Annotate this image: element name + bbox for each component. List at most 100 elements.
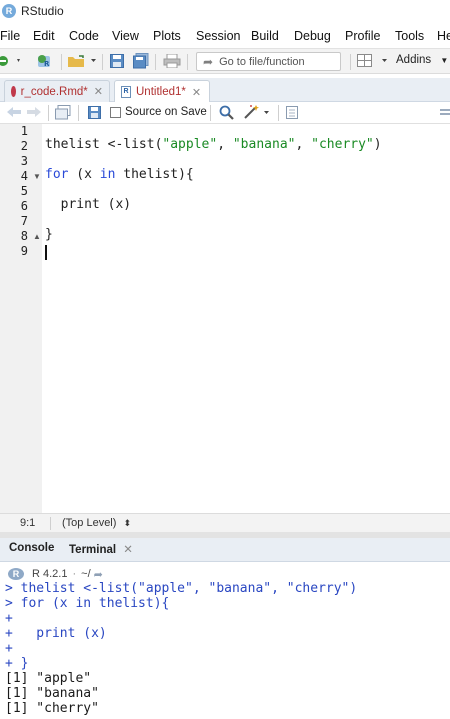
r-script-file-icon: R — [121, 86, 131, 98]
line-number: 1 — [20, 124, 28, 138]
print-icon — [163, 54, 181, 68]
find-replace-button[interactable] — [219, 105, 234, 120]
close-tab-icon[interactable]: ✕ — [123, 544, 133, 556]
code-token: ) — [373, 137, 382, 152]
back-arrow-icon — [7, 107, 21, 117]
show-in-new-window-button[interactable] — [55, 105, 71, 120]
keyword-token: for — [45, 167, 69, 182]
menu-code[interactable]: Code — [69, 29, 99, 43]
keyword-token: in — [99, 167, 116, 182]
menu-bar: File Edit Code View Plots Session Build … — [0, 26, 450, 48]
console-line: + print (x) — [5, 626, 107, 641]
rstudio-logo-icon: R — [2, 4, 16, 18]
menu-session[interactable]: Session — [196, 29, 240, 43]
source-on-save-checkbox[interactable] — [110, 106, 121, 118]
save-button[interactable] — [110, 54, 124, 68]
code-token: (x — [68, 167, 100, 182]
addins-label: Addins — [396, 54, 432, 66]
line-number: 9 — [20, 244, 28, 258]
line-number: 7 — [20, 214, 28, 228]
code-line-2: thelist <-list("apple", "banana", "cherr… — [45, 137, 382, 152]
print-button[interactable] — [163, 54, 181, 68]
menu-view[interactable]: View — [112, 29, 139, 43]
outline-lines-icon — [440, 109, 450, 115]
document-outline-button[interactable] — [440, 108, 450, 116]
source-on-save-label: Source on Save — [125, 106, 207, 118]
scope-dropdown[interactable]: (Top Level) ⬍ — [62, 517, 131, 529]
tab-label: Untitled1* — [136, 86, 186, 98]
code-token: , — [295, 137, 312, 152]
new-project-button[interactable]: R — [36, 53, 56, 69]
menu-tools[interactable]: Tools — [395, 29, 424, 43]
editor-save-button[interactable] — [88, 106, 101, 119]
svg-text:R: R — [44, 60, 50, 68]
menu-debug[interactable]: Debug — [294, 29, 331, 43]
code-editor[interactable]: 1 2 3 4 5 6 7 8 9 ▼ ▲ thelist <-list("ap… — [0, 124, 450, 513]
compile-report-button[interactable] — [286, 106, 298, 119]
tab-r-code-rmd[interactable]: r_code.Rmd* ✕ — [4, 80, 110, 102]
menu-file[interactable]: File — [0, 29, 20, 43]
save-disk-icon — [88, 106, 101, 119]
go-to-file-placeholder: Go to file/function — [219, 55, 305, 68]
separator-dot: · — [72, 568, 77, 580]
line-number: 8 — [20, 229, 28, 243]
addins-dropdown[interactable]: Addins ▼ — [396, 54, 448, 66]
open-folder-icon — [68, 55, 96, 67]
working-directory[interactable]: ~/ — [81, 568, 90, 580]
menu-build[interactable]: Build — [251, 29, 279, 43]
menu-help[interactable]: He — [437, 29, 450, 43]
code-tools-button[interactable] — [243, 104, 273, 120]
save-all-button[interactable] — [133, 53, 149, 69]
line-number: 4 — [20, 169, 28, 183]
string-token: "banana" — [232, 137, 296, 152]
source-on-save-toggle[interactable]: Source on Save — [110, 106, 207, 118]
console-output-line: [1] "banana" — [5, 686, 99, 701]
code-line-4: for (x in thelist){ — [45, 167, 194, 182]
editor-toolbar: Source on Save — [0, 102, 450, 124]
new-file-plus-icon — [0, 56, 20, 66]
new-project-icon: R — [38, 55, 50, 68]
go-to-directory-arrow-icon[interactable]: ➦ — [94, 568, 103, 581]
code-line-6: print (x) — [45, 197, 132, 212]
new-file-button[interactable] — [0, 54, 20, 68]
code-token: , — [217, 137, 233, 152]
line-number: 6 — [20, 199, 28, 213]
rmarkdown-file-icon — [11, 86, 16, 97]
menu-plots[interactable]: Plots — [153, 29, 181, 43]
console-line: + } — [5, 656, 29, 671]
forward-arrow-icon — [27, 107, 41, 117]
save-disk-icon — [110, 54, 124, 68]
r-version: R 4.2.1 — [32, 568, 68, 580]
title-bar: R RStudio — [0, 0, 450, 22]
code-token: thelist <-list( — [45, 137, 163, 152]
back-button[interactable] — [6, 106, 22, 118]
close-tab-icon[interactable]: ✕ — [94, 85, 103, 98]
fold-up-icon[interactable]: ▲ — [33, 232, 41, 241]
cursor-position: 9:1 — [20, 517, 36, 529]
code-token: thelist){ — [115, 167, 194, 182]
tab-console[interactable]: Console — [9, 542, 54, 554]
menu-profile[interactable]: Profile — [345, 29, 380, 43]
workspace-panes-button[interactable] — [357, 54, 389, 68]
tab-terminal[interactable]: Terminal ✕ — [69, 542, 133, 556]
tab-untitled1[interactable]: R Untitled1* ✕ — [114, 80, 210, 103]
fold-down-icon[interactable]: ▼ — [33, 172, 41, 181]
menu-edit[interactable]: Edit — [33, 29, 55, 43]
console-pane[interactable]: R R 4.2.1 · ~/ ➦ > thelist <-list("apple… — [0, 562, 450, 719]
console-line: > thelist <-list("apple", "banana", "che… — [5, 581, 358, 596]
text-cursor — [45, 245, 47, 260]
open-file-button[interactable] — [67, 54, 97, 68]
go-to-file-input[interactable]: ➦ Go to file/function — [196, 52, 341, 71]
tab-label: r_code.Rmd* — [20, 85, 88, 98]
new-window-icon — [55, 105, 71, 120]
line-number-gutter: 1 2 3 4 5 6 7 8 9 ▼ ▲ — [0, 124, 42, 513]
close-tab-icon[interactable]: ✕ — [192, 86, 201, 99]
scope-label: (Top Level) — [62, 517, 117, 529]
main-toolbar: R ➦ Go to file/function Addins ▼ — [0, 48, 450, 74]
console-output-line: [1] "apple" — [5, 671, 92, 686]
line-number: 2 — [20, 139, 28, 153]
panes-grid-icon — [357, 54, 387, 67]
forward-button[interactable] — [26, 106, 42, 118]
updown-chevron-icon: ⬍ — [123, 518, 132, 528]
console-tab-strip: Console Terminal ✕ — [0, 538, 450, 562]
